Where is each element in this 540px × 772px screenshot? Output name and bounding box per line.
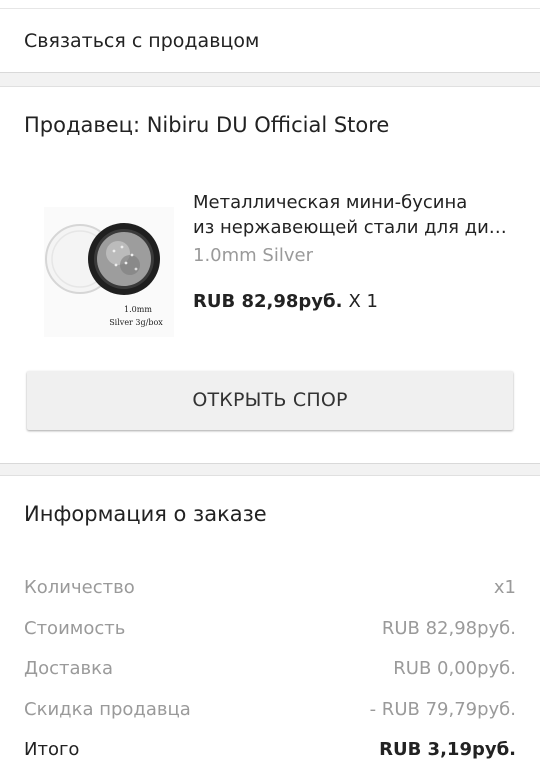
image-caption-line2: Silver 3g/box (109, 318, 163, 327)
seller-card: Продавец: Nibiru DU Official Store 1.0mm… (0, 86, 540, 464)
order-row-seller-discount: Скидка продавца - RUB 79,79руб. (24, 699, 516, 725)
order-row-cost: Стоимость RUB 82,98руб. (24, 618, 516, 644)
product-image[interactable]: 1.0mm Silver 3g/box (44, 207, 174, 337)
order-row-value: x1 (493, 577, 516, 598)
product-price: RUB 82,98руб. (193, 291, 343, 312)
open-dispute-button[interactable]: ОТКРЫТЬ СПОР (27, 371, 513, 430)
order-row-label: Скидка продавца (24, 699, 191, 720)
order-row-value: - RUB 79,79руб. (369, 699, 516, 720)
product-variant: 1.0mm Silver (193, 245, 313, 266)
order-row-label: Итого (24, 739, 80, 760)
order-row-label: Доставка (24, 658, 113, 679)
product-title[interactable]: Металлическая мини-бусина из нержавеющей… (193, 190, 518, 240)
order-row-label: Стоимость (24, 618, 126, 639)
order-row-label: Количество (24, 577, 135, 598)
order-row-value: RUB 3,19руб. (379, 739, 516, 760)
order-details-screen: Связаться с продавцом Продавец: Nibiru D… (0, 0, 540, 772)
image-caption-line1: 1.0mm (124, 305, 152, 314)
product-image-graphic: 1.0mm Silver 3g/box (44, 207, 174, 337)
order-info-title: Информация о заказе (24, 502, 267, 526)
order-info-card: Информация о заказе Количество x1 Стоимо… (0, 475, 540, 772)
contact-seller-row[interactable]: Связаться с продавцом (0, 9, 540, 73)
order-row-quantity: Количество x1 (24, 577, 516, 603)
order-row-total: Итого RUB 3,19руб. (24, 739, 516, 765)
product-title-line2: из нержавеющей стали для ди… (193, 217, 507, 238)
product-quantity: X 1 (348, 291, 378, 312)
product-price-row: RUB 82,98руб. X 1 (193, 291, 378, 312)
product-title-line1: Металлическая мини-бусина (193, 192, 468, 213)
order-row-value: RUB 82,98руб. (381, 618, 516, 639)
order-row-shipping: Доставка RUB 0,00руб. (24, 658, 516, 684)
top-divider (0, 0, 540, 9)
seller-title[interactable]: Продавец: Nibiru DU Official Store (24, 113, 389, 137)
order-row-value: RUB 0,00руб. (393, 658, 516, 679)
contact-seller-label: Связаться с продавцом (24, 30, 260, 52)
